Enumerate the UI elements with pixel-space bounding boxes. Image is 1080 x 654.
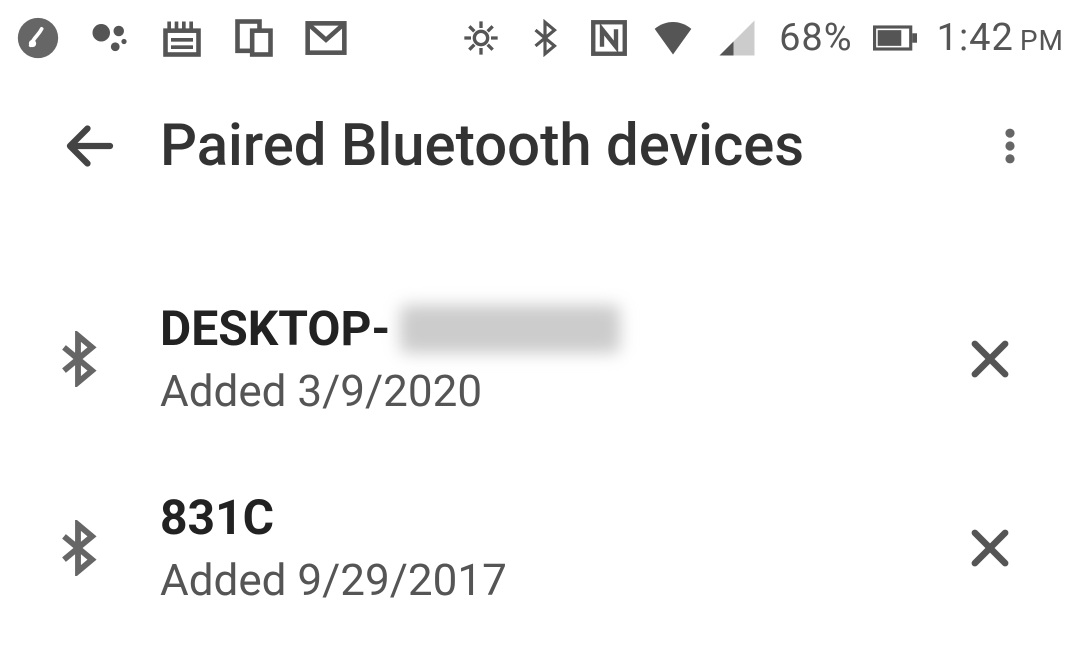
clock-time: 1:42: [937, 16, 1014, 60]
device-name-text: DESKTOP-: [160, 300, 390, 357]
clock-ampm: PM: [1020, 24, 1064, 57]
device-name-text: 831C: [160, 489, 274, 546]
gmail-notification-icon: [304, 16, 348, 60]
clock-text: 1:42 PM: [937, 16, 1064, 60]
device-added-date: Added 3/9/2020: [160, 365, 940, 417]
device-name: 831C: [160, 489, 940, 546]
assistant-icon: [88, 16, 132, 60]
device-name: DESKTOP-: [160, 300, 940, 357]
location-icon: [459, 16, 503, 60]
bluetooth-status-icon: [523, 16, 567, 60]
device-added-date: Added 9/29/2017: [160, 554, 940, 606]
news-notification-icon: [160, 16, 204, 60]
remove-device-button[interactable]: [940, 333, 1040, 385]
back-button[interactable]: [40, 116, 140, 176]
obscured-text: [400, 305, 620, 353]
wifi-icon: [651, 16, 695, 60]
cellular-signal-icon: [715, 16, 759, 60]
status-left: [16, 16, 348, 60]
status-bar: 68% 1:42 PM: [0, 0, 1080, 76]
device-list: DESKTOP- Added 3/9/2020 831C Added 9/29/…: [0, 216, 1080, 654]
multi-device-icon: [232, 16, 276, 60]
remove-device-button[interactable]: [940, 522, 1040, 574]
device-row[interactable]: DESKTOP- Added 3/9/2020: [40, 276, 1040, 465]
bluetooth-device-icon: [40, 331, 160, 387]
battery-percent-text: 68%: [779, 16, 853, 60]
nfc-icon: [587, 16, 631, 60]
device-info: 831C Added 9/29/2017: [160, 489, 940, 606]
bluetooth-device-icon: [40, 520, 160, 576]
page-title: Paired Bluetooth devices: [160, 112, 980, 180]
device-row[interactable]: 831C Added 9/29/2017: [40, 465, 1040, 654]
status-right: 68% 1:42 PM: [459, 16, 1064, 60]
app-bar: Paired Bluetooth devices: [0, 76, 1080, 216]
more-options-button[interactable]: [980, 124, 1040, 168]
device-info: DESKTOP- Added 3/9/2020: [160, 300, 940, 417]
battery-icon: [873, 16, 917, 60]
app-notification-icon-1: [16, 16, 60, 60]
